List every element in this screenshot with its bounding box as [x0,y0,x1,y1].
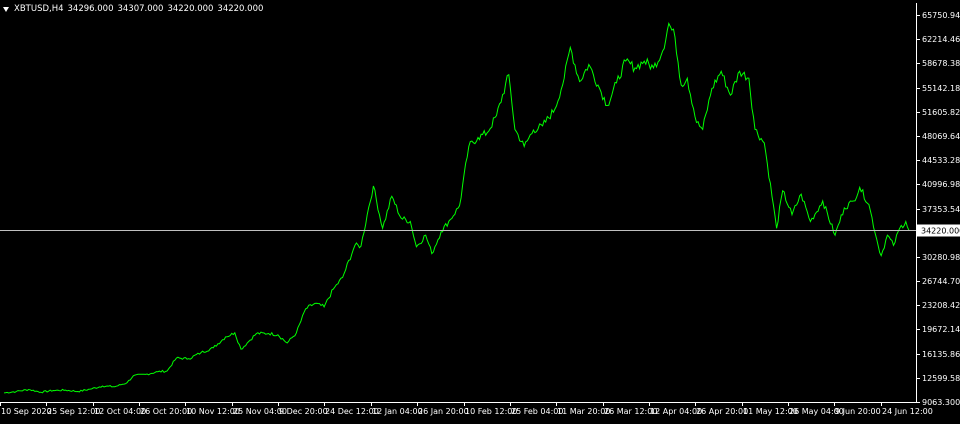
price-tick-label: 26744.700 [922,277,960,286]
chart-header: XBTUSD,H4 34296.000 34307.000 34220.000 … [3,2,263,16]
dropdown-triangle-icon[interactable] [3,6,9,12]
current-price-label: 34220.000 [921,227,960,236]
time-tick-label: 26 Apr 20:00 [696,407,748,416]
time-tick-label: 9 Dec 20:00 [279,407,328,416]
time-tick-label: 9 Jun 20:00 [835,407,881,416]
price-tick-label: 19672.140 [922,325,960,334]
ohlc-high: 34307.000 [117,4,164,14]
time-tick-label: 12 Oct 04:00 [94,407,146,416]
price-tick-label: 48069.640 [922,132,960,141]
price-tick-label: 40996.980 [922,180,960,189]
time-tick-label: 12 Apr 04:00 [650,407,702,416]
price-tick-label: 9063.300 [922,398,960,407]
time-tick-label: 10 Nov 12:00 [186,407,240,416]
price-tick-label: 65750.940 [922,11,960,20]
price-tick-label: 62214.460 [922,35,960,44]
price-tick-label: 44533.280 [922,156,960,165]
time-tick-label: 25 Feb 04:00 [511,407,563,416]
ohlc-open: 34296.000 [67,4,114,14]
time-tick-label: 26 Jan 20:00 [418,407,469,416]
price-tick-label: 51605.820 [922,108,960,117]
ohlc-close: 34220.000 [217,4,264,14]
time-tick-label: 12 Jan 04:00 [372,407,423,416]
ohlc-low: 34220.000 [167,4,214,14]
time-tick-label: 25 Sep 12:00 [47,407,100,416]
price-tick-label: 37353.540 [922,205,960,214]
time-tick-label: 10 Feb 12:00 [465,407,517,416]
symbol-timeframe: XBTUSD,H4 [14,4,64,14]
price-tick-label: 12599.580 [922,374,960,383]
time-tick-label: 10 Sep 2020 [1,407,52,416]
chart-background [0,0,960,420]
price-tick-label: 16135.860 [922,350,960,359]
time-tick-label: 24 Dec 12:00 [325,407,379,416]
time-tick-label: 26 Oct 20:00 [140,407,192,416]
price-tick-label: 55142.180 [922,84,960,93]
time-tick-label: 11 Mar 20:00 [557,407,610,416]
price-tick-label: 30280.980 [922,253,960,262]
price-tick-label: 23208.420 [922,301,960,310]
chart-window[interactable]: 65750.940 62214.460 58678.380 55142.180 5160… [0,0,960,420]
price-chart[interactable]: 65750.940 62214.460 58678.380 55142.180 5160… [0,0,960,420]
time-tick-label: 24 Jun 12:00 [882,407,933,416]
price-tick-label: 58678.380 [922,59,960,68]
